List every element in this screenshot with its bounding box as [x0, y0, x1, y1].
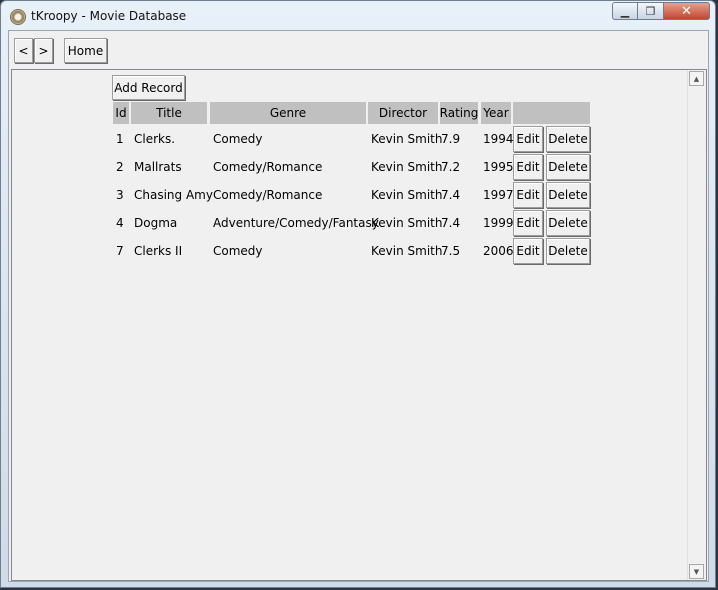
- close-icon: ✕: [681, 3, 692, 19]
- delete-button[interactable]: Delete: [546, 238, 590, 264]
- cell-director: Kevin Smith: [371, 132, 443, 146]
- column-header-rating: Rating: [440, 102, 478, 124]
- cell-title: Dogma: [134, 216, 178, 230]
- cell-genre: Comedy: [213, 132, 263, 146]
- cell-rating: 7.9: [441, 132, 461, 146]
- cell-title: Clerks II: [134, 244, 183, 258]
- edit-button[interactable]: Edit: [513, 238, 543, 264]
- scroll-up-button[interactable]: ▲: [689, 71, 704, 86]
- cell-genre: Comedy: [213, 244, 263, 258]
- delete-button[interactable]: Delete: [546, 154, 590, 180]
- maximize-button[interactable]: ❐: [638, 2, 664, 20]
- cell-id: 1: [116, 132, 124, 146]
- cell-rating: 7.4: [441, 188, 461, 202]
- cell-rating: 7.2: [441, 160, 461, 174]
- cell-genre: Adventure/Comedy/Fantasy: [213, 216, 379, 230]
- column-header-id: Id: [113, 102, 129, 124]
- cell-year: 1999: [483, 216, 514, 230]
- delete-button[interactable]: Delete: [546, 182, 590, 208]
- cell-id: 4: [116, 216, 124, 230]
- edit-button[interactable]: Edit: [513, 182, 543, 208]
- nav-bar: < > Home: [9, 31, 708, 67]
- title-bar[interactable]: tKroopy - Movie Database ▁ ❐ ✕: [1, 1, 717, 33]
- delete-button[interactable]: Delete: [546, 210, 590, 236]
- close-button[interactable]: ✕: [664, 2, 710, 20]
- cell-year: 2006: [483, 244, 514, 258]
- app-window: tKroopy - Movie Database ▁ ❐ ✕ < > Home …: [0, 0, 716, 588]
- vertical-scrollbar[interactable]: ▲ ▼: [687, 70, 706, 580]
- edit-button[interactable]: Edit: [513, 126, 543, 152]
- window-title: tKroopy - Movie Database: [31, 9, 187, 23]
- edit-button[interactable]: Edit: [513, 210, 543, 236]
- cell-title: Chasing Amy: [134, 188, 213, 202]
- column-header-director: Director: [368, 102, 438, 124]
- cell-year: 1995: [483, 160, 514, 174]
- minimize-icon: ▁: [620, 4, 630, 18]
- cell-rating: 7.5: [441, 244, 461, 258]
- cell-title: Mallrats: [134, 160, 182, 174]
- cell-director: Kevin Smith: [371, 188, 443, 202]
- column-header-year: Year: [481, 102, 511, 124]
- client-area: < > Home Add Record Id Title Genre Direc…: [8, 30, 709, 582]
- cell-id: 7: [116, 244, 124, 258]
- cell-year: 1994: [483, 132, 514, 146]
- cell-id: 3: [116, 188, 124, 202]
- scroll-down-button[interactable]: ▼: [689, 564, 704, 579]
- cell-genre: Comedy/Romance: [213, 188, 323, 202]
- cell-title: Clerks.: [134, 132, 176, 146]
- cell-id: 2: [116, 160, 124, 174]
- edit-button[interactable]: Edit: [513, 154, 543, 180]
- forward-button[interactable]: >: [34, 38, 53, 63]
- arrow-down-icon: ▼: [693, 567, 700, 576]
- app-icon: [10, 9, 26, 25]
- cell-genre: Comedy/Romance: [213, 160, 323, 174]
- window-controls: ▁ ❐ ✕: [612, 2, 710, 21]
- maximize-icon: ❐: [645, 4, 656, 18]
- cell-director: Kevin Smith: [371, 244, 443, 258]
- records-panel: Add Record Id Title Genre Director Ratin…: [11, 69, 707, 581]
- back-button[interactable]: <: [14, 38, 33, 63]
- column-header-title: Title: [131, 102, 207, 124]
- add-record-button[interactable]: Add Record: [112, 75, 185, 100]
- cell-year: 1997: [483, 188, 514, 202]
- column-header-genre: Genre: [210, 102, 366, 124]
- arrow-up-icon: ▲: [693, 74, 700, 83]
- cell-rating: 7.4: [441, 216, 461, 230]
- column-header-actions: [513, 102, 590, 124]
- home-button[interactable]: Home: [64, 38, 107, 63]
- delete-button[interactable]: Delete: [546, 126, 590, 152]
- minimize-button[interactable]: ▁: [612, 2, 638, 20]
- cell-director: Kevin Smith: [371, 160, 443, 174]
- cell-director: Kevin Smith: [371, 216, 443, 230]
